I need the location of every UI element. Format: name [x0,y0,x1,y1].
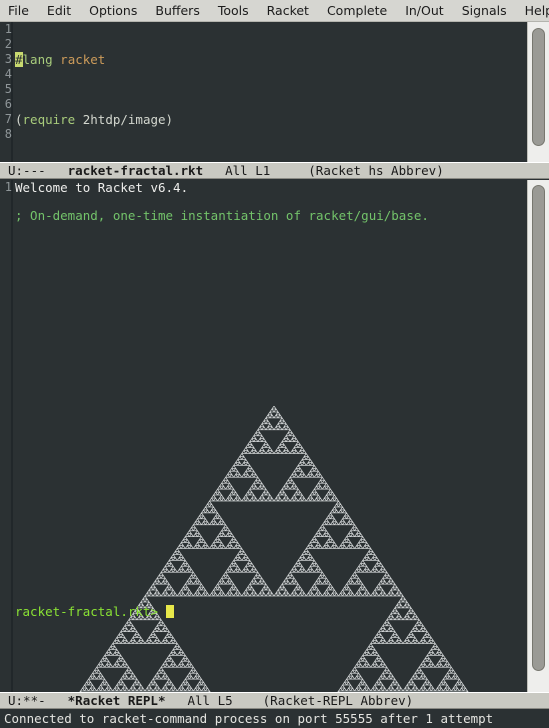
repl-line-numbers: 1 [0,180,12,195]
repl-pane[interactable]: 1 Welcome to Racket v6.4. ; On-demand, o… [0,180,549,692]
line-number: 1 [4,180,12,194]
repl-scrollbar[interactable] [527,180,549,692]
repl-modeline-status: U:**- [8,693,46,708]
require-argument: 2htdp/image [82,112,166,127]
line-number: 6 [4,97,12,111]
lang-keyword: lang [22,52,53,67]
line-number: 8 [4,127,12,141]
editor-modeline-buffer-name[interactable]: racket-fractal.rkt [68,163,203,178]
repl-modeline-buffer-name[interactable]: *Racket REPL* [68,693,166,708]
lang-name: racket [60,52,106,67]
repl-welcome-text: Welcome to Racket v6.4. [15,180,189,195]
repl-cursor [165,605,174,618]
line-number: 2 [4,37,12,51]
minibuffer[interactable]: Connected to racket-command process on p… [0,710,549,728]
repl-prompt-text: racket-fractal.rkt> [15,604,158,619]
line-number: 4 [4,67,12,81]
repl-gutter [0,180,13,692]
menu-item-buffers[interactable]: Buffers [146,0,208,21]
menu-item-file[interactable]: File [0,0,38,21]
editor-scrollbar-thumb[interactable] [532,28,545,146]
emacs-window: File Edit Options Buffers Tools Racket C… [0,0,549,728]
menu-item-racket[interactable]: Racket [258,0,318,21]
editor-line-numbers: 1 2 3 4 5 6 7 8 [0,22,12,142]
editor-modeline: U:--- racket-fractal.rkt All L1 (Racket … [0,162,549,179]
hash-lang-marker: # [15,52,23,67]
sierpinski-triangle-image [79,406,469,692]
repl-modeline: U:**- *Racket REPL* All L5 (Racket-REPL … [0,692,549,709]
editor-modeline-modes: (Racket hs Abbrev) [308,163,444,178]
repl-prompt-line[interactable]: racket-fractal.rkt> [15,604,174,619]
menu-item-tools[interactable]: Tools [209,0,258,21]
repl-comment-text: ; On-demand, one-time instantiation of r… [15,208,429,223]
repl-modeline-position: All L5 [187,693,233,708]
editor-modeline-status: U:--- [8,163,46,178]
code-line-2: (require 2htdp/image) [15,112,174,127]
code-line-1: #lang racket [15,52,527,67]
repl-scrollbar-thumb[interactable] [532,185,545,671]
line-number: 5 [4,82,12,96]
line-number: 7 [4,112,12,126]
menu-item-inout[interactable]: In/Out [396,0,452,21]
menu-item-signals[interactable]: Signals [453,0,516,21]
menu-item-options[interactable]: Options [80,0,146,21]
require-keyword: require [22,112,76,127]
line-number: 1 [4,22,12,36]
editor-scrollbar[interactable] [527,22,549,162]
menu-item-complete[interactable]: Complete [318,0,396,21]
menu-item-edit[interactable]: Edit [38,0,80,21]
editor-code-area[interactable]: #lang racket (require 2htdp/image) (let … [15,22,527,162]
editor-modeline-position: All L1 [225,163,271,178]
line-number: 3 [4,52,12,66]
repl-modeline-modes: (Racket-REPL Abbrev) [262,693,414,708]
editor-pane[interactable]: 1 2 3 4 5 6 7 8 #lang racket (require 2h… [0,22,549,162]
menu-item-help[interactable]: Help [516,0,549,21]
menu-bar: File Edit Options Buffers Tools Racket C… [0,0,549,22]
